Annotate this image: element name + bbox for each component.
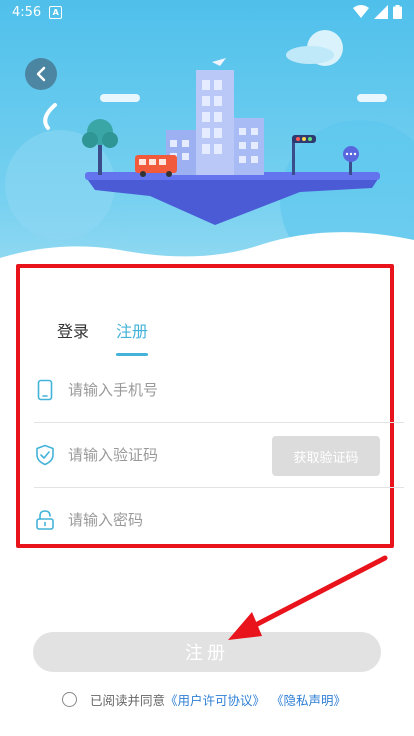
battery-icon xyxy=(393,5,402,19)
phone-icon xyxy=(34,379,56,401)
get-code-button[interactable]: 获取验证码 xyxy=(272,436,380,476)
password-field-row xyxy=(34,488,404,552)
status-left: 4:56 A xyxy=(12,4,63,20)
agreement-prefix: 已阅读并同意 xyxy=(90,693,166,708)
agreement-row: 已阅读并同意 《用户许可协议》 《隐私声明》 xyxy=(62,690,346,709)
lock-icon xyxy=(34,509,56,531)
code-input[interactable] xyxy=(66,445,230,465)
status-bar: 4:56 A xyxy=(0,0,414,24)
status-right xyxy=(353,5,402,19)
tab-login[interactable]: 登录 xyxy=(57,318,89,352)
chevron-left-icon xyxy=(36,66,46,82)
privacy-link[interactable]: 《隐私声明》 xyxy=(271,690,346,709)
agreement-checkbox[interactable] xyxy=(62,692,77,707)
signal-icon xyxy=(374,5,388,19)
user-agreement-link[interactable]: 《用户许可协议》 xyxy=(165,690,265,709)
city-illustration xyxy=(0,30,414,290)
tab-register[interactable]: 注册 xyxy=(116,318,149,356)
shield-check-icon xyxy=(34,444,56,466)
notification-app-icon: A xyxy=(49,5,63,19)
wifi-icon xyxy=(353,5,369,18)
phone-input[interactable] xyxy=(66,380,260,400)
phone-field-row xyxy=(34,358,404,423)
auth-tabs: 登录 注册 xyxy=(57,318,149,356)
hero-illustration xyxy=(0,0,414,290)
status-time: 4:56 xyxy=(12,4,42,20)
back-button[interactable] xyxy=(25,58,57,90)
password-input[interactable] xyxy=(66,510,260,530)
register-submit-button[interactable]: 注册 xyxy=(33,632,381,672)
